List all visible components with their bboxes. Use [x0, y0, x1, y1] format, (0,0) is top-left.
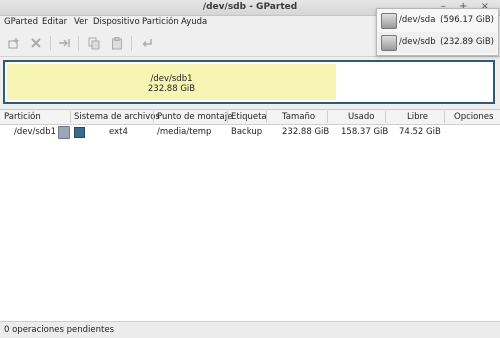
header-separator [153, 111, 154, 123]
header-etiqueta[interactable]: Etiqueta [231, 112, 267, 122]
paste-glyph [112, 36, 122, 49]
header-punto-montaje[interactable]: Punto de montaje [157, 112, 232, 122]
status-bar: 0 operaciones pendientes [0, 321, 500, 338]
resize-move-icon[interactable] [56, 35, 72, 51]
device-name: /dev/sda [399, 15, 436, 25]
cell-free: 74.52 GiB [399, 127, 441, 137]
paste-icon[interactable] [109, 35, 125, 51]
hard-disk-icon [381, 13, 397, 29]
partition-map: /dev/sdb1 232.88 GiB [3, 60, 495, 104]
device-name: /dev/sdb [399, 37, 436, 47]
delete-icon[interactable] [28, 35, 44, 51]
cell-mount-point: /media/temp [157, 127, 212, 137]
menu-editar[interactable]: Editar [42, 17, 67, 27]
table-header: Partición Sistema de archivos Punto de m… [0, 110, 500, 125]
resize-glyph [58, 39, 70, 47]
device-item-sdb[interactable]: /dev/sdb (232.89 GiB) [378, 32, 497, 53]
undo-glyph [142, 39, 152, 47]
cell-label: Backup [231, 127, 263, 137]
table-row[interactable]: /dev/sdb1 ext4 /media/temp Backup 232.88… [0, 125, 500, 139]
header-libre[interactable]: Libre [407, 112, 428, 122]
toolbar-separator [78, 36, 79, 51]
undo-icon[interactable] [139, 35, 155, 51]
menu-ayuda[interactable]: Ayuda [181, 17, 207, 27]
delete-glyph [31, 38, 41, 48]
filesystem-color-swatch [74, 127, 85, 138]
toolbar-separator [131, 36, 132, 51]
partition-block-size: 232.88 GiB [147, 84, 196, 94]
cell-size: 232.88 GiB [282, 127, 330, 137]
new-icon[interactable] [6, 35, 22, 51]
header-usado[interactable]: Usado [348, 112, 374, 122]
menu-dispositivo[interactable]: Dispositivo [93, 17, 140, 27]
header-opciones[interactable]: Opciones [454, 112, 493, 122]
copy-glyph [88, 37, 100, 49]
device-size: (232.89 GiB) [440, 37, 494, 47]
header-separator [266, 111, 267, 123]
pending-operations-status: 0 operaciones pendientes [4, 325, 114, 335]
header-particion[interactable]: Partición [4, 112, 41, 122]
cell-filesystem: ext4 [109, 127, 128, 137]
menu-gparted[interactable]: GParted [4, 17, 38, 27]
header-separator [385, 111, 386, 123]
hard-disk-icon [381, 35, 397, 51]
partition-block-sdb1[interactable]: /dev/sdb1 232.88 GiB [7, 64, 336, 100]
header-separator [327, 111, 328, 123]
cell-partition: /dev/sdb1 [14, 127, 57, 137]
copy-icon[interactable] [86, 35, 102, 51]
toolbar-separator [50, 36, 51, 51]
header-separator [70, 111, 71, 123]
menu-ver[interactable]: Ver [74, 17, 88, 27]
header-sistema-archivos[interactable]: Sistema de archivos [74, 112, 160, 122]
header-tamano[interactable]: Tamaño [282, 112, 315, 122]
header-separator [444, 111, 445, 123]
header-separator [227, 111, 228, 123]
lock-icon [58, 126, 70, 139]
new-partition-glyph [8, 38, 19, 49]
partition-table: Partición Sistema de archivos Punto de m… [0, 109, 500, 321]
partition-block-name: /dev/sdb1 [150, 74, 193, 84]
device-size: (596.17 GiB) [440, 15, 494, 25]
device-item-sda[interactable]: /dev/sda (596.17 GiB) [378, 10, 497, 31]
device-selector-popup[interactable]: /dev/sda (596.17 GiB) /dev/sdb (232.89 G… [376, 8, 499, 56]
cell-used: 158.37 GiB [341, 127, 389, 137]
gparted-window: /dev/sdb - GParted – + × GParted Editar … [0, 0, 500, 338]
menu-particion[interactable]: Partición [142, 17, 179, 27]
